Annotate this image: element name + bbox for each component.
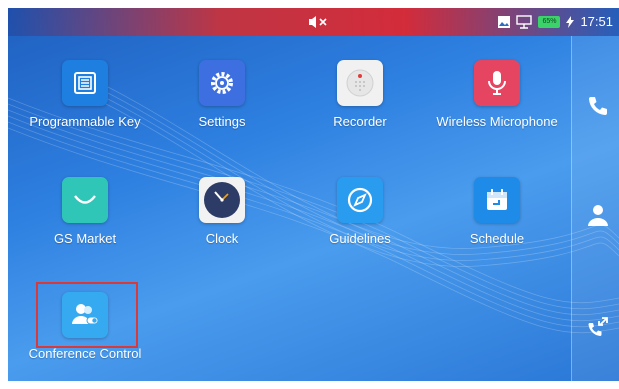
app-guidelines[interactable]: Guidelines xyxy=(285,177,435,246)
app-label: Clock xyxy=(205,231,239,246)
app-label: Programmable Key xyxy=(29,114,141,129)
app-label: Recorder xyxy=(333,114,387,129)
battery-icon: 65% xyxy=(538,15,561,28)
app-gs-market[interactable]: GS Market xyxy=(10,177,160,246)
app-label: Wireless Microphone xyxy=(436,114,558,129)
app-label: Conference Control xyxy=(28,346,142,361)
quick-access-sidebar xyxy=(571,36,619,381)
call-history-icon[interactable] xyxy=(586,315,610,339)
app-label: GS Market xyxy=(53,231,117,246)
settings-gear-icon xyxy=(199,60,245,106)
compass-icon xyxy=(337,177,383,223)
gs-market-icon xyxy=(62,177,108,223)
selection-highlight-box xyxy=(36,282,138,348)
image-icon xyxy=(498,15,511,28)
app-recorder[interactable]: Recorder xyxy=(285,60,435,129)
battery-percent: 65% xyxy=(538,15,561,28)
app-label: Guidelines xyxy=(329,231,391,246)
status-bar: 65% 17:51 xyxy=(8,8,619,36)
app-label: Schedule xyxy=(469,231,525,246)
mute-icon xyxy=(309,16,327,28)
network-icon xyxy=(516,14,533,29)
app-settings[interactable]: Settings xyxy=(147,60,297,129)
app-label: Settings xyxy=(198,114,246,129)
status-time: 17:51 xyxy=(580,14,613,29)
phone-icon[interactable] xyxy=(586,94,610,118)
home-screen: 65% 17:51 Programmable Key Settings Reco… xyxy=(8,8,619,381)
app-clock[interactable]: Clock xyxy=(147,177,297,246)
calendar-icon xyxy=(474,177,520,223)
app-programmable-key[interactable]: Programmable Key xyxy=(10,60,160,129)
recorder-icon xyxy=(337,60,383,106)
app-schedule[interactable]: Schedule xyxy=(422,177,572,246)
programmable-key-icon xyxy=(62,60,108,106)
charging-icon xyxy=(566,15,575,28)
app-wireless-microphone[interactable]: Wireless Microphone xyxy=(422,60,572,129)
contacts-icon[interactable] xyxy=(586,203,610,227)
microphone-icon xyxy=(474,60,520,106)
clock-icon xyxy=(199,177,245,223)
